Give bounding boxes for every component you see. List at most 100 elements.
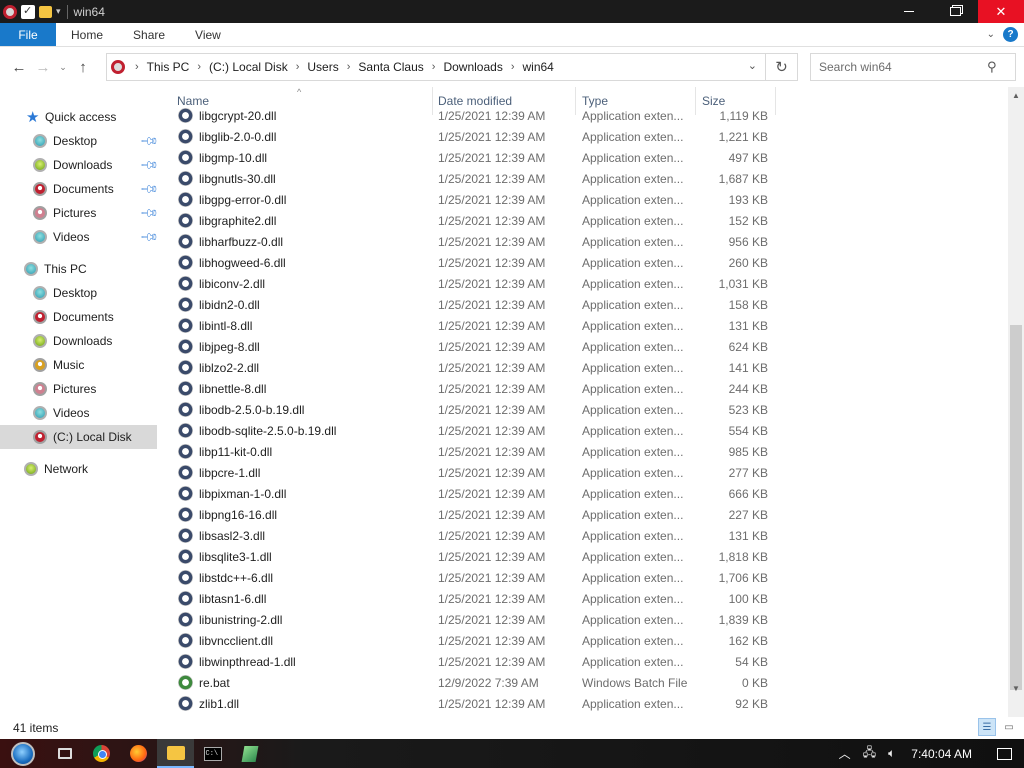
app-icon[interactable] bbox=[3, 4, 17, 19]
taskbar-cmd-button[interactable]: C:\ bbox=[194, 739, 231, 768]
tab-share[interactable]: Share bbox=[118, 23, 180, 46]
pin-icon[interactable]: 📌︎ bbox=[139, 131, 160, 152]
minimize-button[interactable] bbox=[886, 0, 932, 23]
table-row[interactable]: libjpeg-8.dll 1/25/2021 12:39 AM Applicati… bbox=[160, 336, 780, 357]
file-name-cell[interactable]: libunistring-2.dll bbox=[178, 612, 434, 627]
customize-toolbar-chevron-icon[interactable]: ▾ bbox=[56, 6, 61, 17]
nav-quick-videos[interactable]: Videos 📌︎ bbox=[0, 225, 160, 249]
nav-pc-desktop[interactable]: Desktop bbox=[0, 281, 157, 305]
file-name-cell[interactable]: libpcre-1.dll bbox=[178, 465, 434, 480]
pin-icon[interactable]: 📌︎ bbox=[139, 155, 160, 176]
pin-icon[interactable]: 📌︎ bbox=[139, 227, 160, 248]
file-name-cell[interactable]: libpixman-1-0.dll bbox=[178, 486, 434, 501]
help-icon[interactable]: ? bbox=[1003, 27, 1018, 42]
nav-pc-music[interactable]: Music bbox=[0, 353, 157, 377]
table-row[interactable]: libgmp-10.dll 1/25/2021 12:39 AM Applicati… bbox=[160, 147, 780, 168]
table-row[interactable]: libgpg-error-0.dll 1/25/2021 12:39 AM Appl… bbox=[160, 189, 780, 210]
file-name-cell[interactable]: libvncclient.dll bbox=[178, 633, 434, 648]
table-row[interactable]: liblzo2-2.dll 1/25/2021 12:39 AM Applicati… bbox=[160, 357, 780, 378]
nav-quick-documents[interactable]: Documents 📌︎ bbox=[0, 177, 160, 201]
new-folder-icon[interactable] bbox=[39, 5, 52, 18]
breadcrumb-separator-icon[interactable]: › bbox=[343, 61, 355, 73]
details-view-button[interactable]: ☰ bbox=[978, 718, 996, 736]
close-button[interactable]: ✕ bbox=[978, 0, 1024, 23]
table-row[interactable]: libglib-2.0-0.dll 1/25/2021 12:39 AM Appli… bbox=[160, 126, 780, 147]
taskbar-firefox-button[interactable] bbox=[120, 739, 157, 768]
tab-file[interactable]: File bbox=[0, 23, 56, 46]
network-tray-icon[interactable]: 🖧︎ bbox=[857, 743, 882, 764]
start-button[interactable] bbox=[0, 739, 46, 768]
tab-home[interactable]: Home bbox=[56, 23, 118, 46]
breadcrumb-win64[interactable]: win64 bbox=[519, 60, 558, 74]
file-name-cell[interactable]: libjpeg-8.dll bbox=[178, 339, 434, 354]
pin-icon[interactable]: 📌︎ bbox=[139, 179, 160, 200]
expand-ribbon-chevron-icon[interactable]: ⌄ bbox=[987, 29, 995, 40]
file-name-cell[interactable]: libharfbuzz-0.dll bbox=[178, 234, 434, 249]
nav-network[interactable]: Network bbox=[0, 457, 157, 481]
breadcrumb-separator-icon[interactable]: › bbox=[193, 61, 205, 73]
breadcrumb-separator-icon[interactable]: › bbox=[428, 61, 440, 73]
table-row[interactable]: zlib1.dll 1/25/2021 12:39 AM Application e… bbox=[160, 693, 780, 714]
tab-view[interactable]: View bbox=[180, 23, 236, 46]
up-arrow-icon[interactable]: ↑ bbox=[71, 59, 95, 76]
scroll-down-icon[interactable]: ▼ bbox=[1008, 680, 1024, 697]
file-name-cell[interactable]: libgpg-error-0.dll bbox=[178, 192, 434, 207]
table-row[interactable]: libpixman-1-0.dll 1/25/2021 12:39 AM Appli… bbox=[160, 483, 780, 504]
table-row[interactable]: libodb-sqlite-2.5.0-b.19.dll 1/25/2021 12… bbox=[160, 420, 780, 441]
table-row[interactable]: libharfbuzz-0.dll 1/25/2021 12:39 AM Appli… bbox=[160, 231, 780, 252]
file-name-cell[interactable]: liblzo2-2.dll bbox=[178, 360, 434, 375]
file-name-cell[interactable]: libhogweed-6.dll bbox=[178, 255, 434, 270]
breadcrumb-downloads[interactable]: Downloads bbox=[439, 60, 506, 74]
search-icon[interactable]: ⚲ bbox=[987, 59, 997, 75]
table-row[interactable]: libnettle-8.dll 1/25/2021 12:39 AM Applica… bbox=[160, 378, 780, 399]
breadcrumb-separator-icon[interactable]: › bbox=[507, 61, 519, 73]
table-row[interactable]: libunistring-2.dll 1/25/2021 12:39 AM Appl… bbox=[160, 609, 780, 630]
table-row[interactable]: libtasn1-6.dll 1/25/2021 12:39 AM Applicat… bbox=[160, 588, 780, 609]
breadcrumb-users[interactable]: Users bbox=[303, 60, 342, 74]
file-name-cell[interactable]: libnettle-8.dll bbox=[178, 381, 434, 396]
nav-quick-access[interactable]: ★ Quick access bbox=[0, 105, 157, 129]
task-view-button[interactable] bbox=[46, 739, 83, 768]
taskbar-explorer-button[interactable] bbox=[157, 739, 194, 768]
nav-quick-desktop[interactable]: Desktop 📌︎ bbox=[0, 129, 160, 153]
scrollbar-thumb[interactable] bbox=[1010, 325, 1022, 690]
table-row[interactable]: libvncclient.dll 1/25/2021 12:39 AM Applic… bbox=[160, 630, 780, 651]
table-row[interactable]: libidn2-0.dll 1/25/2021 12:39 AM Applicati… bbox=[160, 294, 780, 315]
table-row[interactable]: libpcre-1.dll 1/25/2021 12:39 AM Applicati… bbox=[160, 462, 780, 483]
breadcrumb-santa-claus[interactable]: Santa Claus bbox=[354, 60, 427, 74]
address-dropdown-chevron-icon[interactable]: ⌄ bbox=[748, 59, 757, 72]
scroll-up-icon[interactable]: ▲ bbox=[1008, 87, 1024, 104]
large-icons-view-button[interactable]: ▭ bbox=[1000, 718, 1018, 736]
file-name-cell[interactable]: libwinpthread-1.dll bbox=[178, 654, 434, 669]
nav-pc-documents[interactable]: Documents bbox=[0, 305, 157, 329]
file-name-cell[interactable]: libodb-sqlite-2.5.0-b.19.dll bbox=[178, 423, 434, 438]
nav-pc-videos[interactable]: Videos bbox=[0, 401, 157, 425]
table-row[interactable]: libintl-8.dll 1/25/2021 12:39 AM Applicati… bbox=[160, 315, 780, 336]
maximize-button[interactable] bbox=[932, 0, 978, 23]
file-name-cell[interactable]: libgmp-10.dll bbox=[178, 150, 434, 165]
file-name-cell[interactable]: libpng16-16.dll bbox=[178, 507, 434, 522]
file-name-cell[interactable]: libsqlite3-1.dll bbox=[178, 549, 434, 564]
properties-icon[interactable] bbox=[21, 4, 35, 19]
taskbar-chrome-button[interactable] bbox=[83, 739, 120, 768]
file-name-cell[interactable]: libglib-2.0-0.dll bbox=[178, 129, 434, 144]
file-name-cell[interactable]: libintl-8.dll bbox=[178, 318, 434, 333]
forward-arrow-icon[interactable]: → bbox=[31, 59, 55, 76]
file-name-cell[interactable]: libgraphite2.dll bbox=[178, 213, 434, 228]
refresh-button[interactable]: ↻ bbox=[766, 53, 798, 81]
table-row[interactable]: libpng16-16.dll 1/25/2021 12:39 AM Applica… bbox=[160, 504, 780, 525]
search-input[interactable] bbox=[811, 60, 987, 74]
table-row[interactable]: libwinpthread-1.dll 1/25/2021 12:39 AM App… bbox=[160, 651, 780, 672]
table-row[interactable]: libiconv-2.dll 1/25/2021 12:39 AM Applicat… bbox=[160, 273, 780, 294]
table-row[interactable]: libsqlite3-1.dll 1/25/2021 12:39 AM Applic… bbox=[160, 546, 780, 567]
vertical-scrollbar[interactable]: ▲ ▼ bbox=[1008, 87, 1024, 717]
action-center-button[interactable] bbox=[984, 739, 1024, 768]
address-bar[interactable]: › This PC › (C:) Local Disk › Users › Sa… bbox=[106, 53, 766, 81]
back-arrow-icon[interactable]: ← bbox=[7, 59, 31, 76]
file-name-cell[interactable]: zlib1.dll bbox=[178, 696, 434, 711]
nav-this-pc[interactable]: This PC bbox=[0, 257, 157, 281]
taskbar-app-button[interactable] bbox=[231, 739, 268, 768]
nav-quick-downloads[interactable]: Downloads 📌︎ bbox=[0, 153, 160, 177]
nav-pc-local-disk[interactable]: (C:) Local Disk bbox=[0, 425, 157, 449]
search-box[interactable]: ⚲ bbox=[810, 53, 1016, 81]
